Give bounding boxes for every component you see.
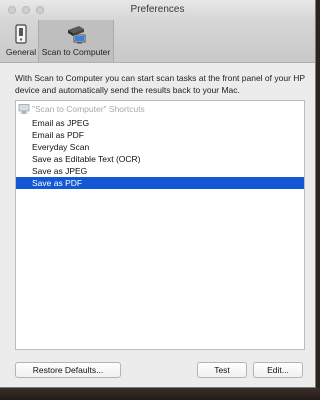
- window-title: Preferences: [130, 4, 185, 15]
- shortcuts-header-label: "Scan to Computer" Shortcuts: [32, 104, 145, 114]
- edit-button[interactable]: Edit...: [253, 362, 303, 378]
- tab-general-label: General: [5, 47, 37, 57]
- description-text: With Scan to Computer you can start scan…: [15, 73, 305, 95]
- scanner-computer-icon: [68, 26, 86, 44]
- list-item-label: Email as PDF: [32, 130, 84, 140]
- tab-general[interactable]: General: [4, 20, 38, 62]
- tab-scan-to-computer[interactable]: Scan to Computer: [38, 20, 114, 62]
- toolbar: General Scan to Computer: [0, 20, 315, 63]
- title-bar[interactable]: Preferences: [0, 0, 315, 20]
- shortcuts-list[interactable]: "Scan to Computer" Shortcuts Email as JP…: [15, 100, 305, 350]
- tab-scan-to-computer-label: Scan to Computer: [41, 47, 111, 57]
- preferences-window: Preferences General Scan to Computer Wit…: [0, 0, 316, 388]
- list-item[interactable]: Email as JPEG: [16, 117, 304, 129]
- restore-defaults-button[interactable]: Restore Defaults...: [15, 362, 121, 378]
- computer-icon: [18, 104, 30, 114]
- list-item-label: Save as PDF: [32, 178, 83, 188]
- list-item-label: Email as JPEG: [32, 118, 90, 128]
- shortcuts-list-header: "Scan to Computer" Shortcuts: [16, 103, 304, 115]
- switch-icon: [15, 24, 27, 44]
- list-item-selected[interactable]: Save as PDF: [16, 177, 304, 189]
- list-item[interactable]: Save as JPEG: [16, 165, 304, 177]
- list-item-label: Save as Editable Text (OCR): [32, 154, 141, 164]
- list-item-label: Save as JPEG: [32, 166, 88, 176]
- list-item[interactable]: Save as Editable Text (OCR): [16, 153, 304, 165]
- background-window-strip: [0, 388, 320, 400]
- list-item-label: Everyday Scan: [32, 142, 90, 152]
- list-item[interactable]: Everyday Scan: [16, 141, 304, 153]
- test-button[interactable]: Test: [197, 362, 247, 378]
- list-item[interactable]: Email as PDF: [16, 129, 304, 141]
